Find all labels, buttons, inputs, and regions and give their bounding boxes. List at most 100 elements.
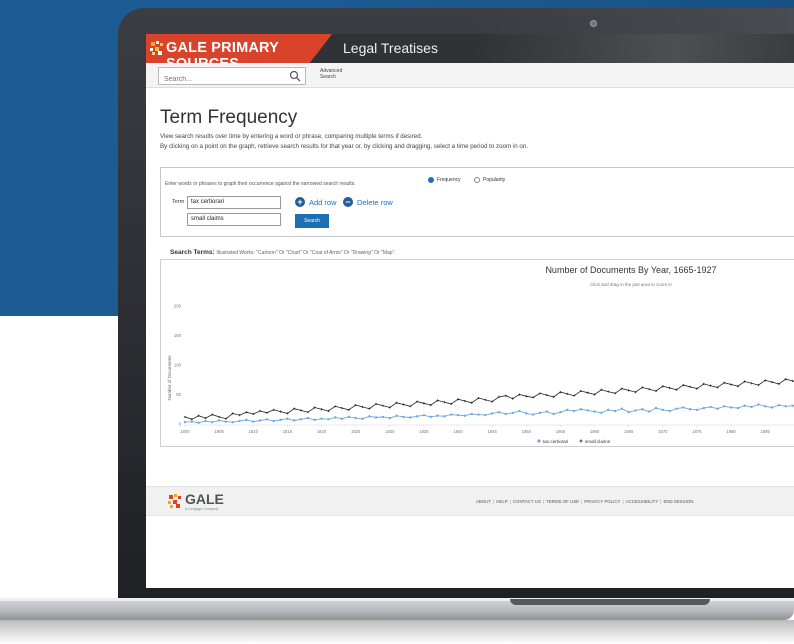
x-tick-label: 1860 (590, 429, 600, 434)
data-point (600, 411, 603, 414)
data-point (490, 412, 494, 415)
footer-logo[interactable]: GALE A Cengage Company (168, 491, 228, 512)
chart-title: Number of Documents By Year, 1665-1927 (545, 265, 716, 275)
data-point (757, 403, 760, 406)
data-point (402, 403, 405, 406)
x-tick-label: 1880 (726, 429, 736, 434)
data-point (395, 414, 398, 417)
term-input[interactable]: tax certiorari (187, 196, 281, 209)
y-axis-label: Number of Documents (167, 355, 172, 401)
data-point (484, 398, 487, 401)
data-point (340, 417, 344, 420)
popularity-radio[interactable]: Popularity (474, 177, 505, 183)
data-point (579, 408, 583, 411)
y-tick-label: 50 (176, 392, 181, 397)
chart-legend[interactable]: tax certiorari small claims (537, 439, 611, 444)
footer-link[interactable]: CONTACT US (513, 499, 541, 504)
footer-logo-text: GALE (185, 491, 224, 507)
footer-separator: | (509, 499, 511, 504)
data-point (443, 401, 446, 404)
data-point (784, 405, 787, 408)
data-point (750, 382, 753, 385)
footer-link[interactable]: PRIVACY POLICY (584, 499, 620, 504)
data-point (320, 417, 323, 420)
delete-row-button[interactable]: − Delete row (343, 197, 393, 207)
search-input[interactable] (159, 71, 279, 88)
search-icon[interactable] (289, 70, 301, 82)
data-point (415, 415, 419, 418)
data-point (354, 416, 357, 420)
data-point (518, 409, 521, 413)
data-point (299, 409, 303, 412)
data-point (504, 412, 508, 416)
frequency-chart[interactable]: Number of Documents By Year, 1665-1927 C… (161, 260, 794, 448)
data-point (347, 415, 351, 419)
footer-link[interactable]: TERMS OF USE (546, 499, 579, 504)
data-point (525, 395, 528, 398)
legend-label: tax certiorari (543, 439, 568, 444)
data-point (327, 418, 330, 421)
data-point (484, 413, 487, 417)
data-point (675, 407, 678, 410)
search-terms-query: Illustrated Works: "Cartoon" Or "Chart" … (216, 250, 395, 256)
data-point (668, 386, 671, 390)
footer-link[interactable]: HELP (496, 499, 507, 504)
data-point (593, 410, 596, 413)
term-input[interactable]: small claims (187, 213, 281, 226)
frequency-radio[interactable]: Frequency (428, 177, 461, 183)
delete-row-label: Delete row (357, 197, 393, 207)
search-button[interactable]: Search (295, 214, 329, 228)
data-point (525, 412, 528, 415)
data-point (463, 399, 466, 403)
laptop-screen: GALE PRIMARY SOURCES Legal Treatises Adv… (146, 34, 794, 588)
x-tick-label: 1820 (317, 429, 327, 434)
advanced-search-link[interactable]: Advanced Search (320, 68, 350, 80)
footer-link[interactable]: ABOUT (476, 499, 491, 504)
data-point (648, 388, 651, 391)
plus-icon: + (295, 197, 305, 207)
data-point (620, 407, 624, 410)
footer-link[interactable]: ACCESSIBILITY (626, 499, 659, 504)
data-point (497, 411, 501, 414)
data-point (463, 414, 467, 417)
data-point (689, 385, 692, 388)
data-point (361, 405, 364, 408)
add-row-button[interactable]: + Add row (295, 197, 337, 207)
page-title: Term Frequency (160, 107, 298, 128)
data-point (381, 404, 385, 407)
radio-selected-icon (428, 177, 434, 183)
data-point (279, 418, 282, 422)
radio-label: Popularity (483, 177, 506, 183)
footer-links: ABOUT | HELP | CONTACT US | TERMS OF USE | PRIVA… (476, 499, 693, 504)
brand-tab[interactable]: GALE PRIMARY SOURCES (146, 34, 332, 63)
data-point (709, 405, 712, 409)
data-point (286, 417, 289, 420)
laptop-shadow (0, 620, 794, 644)
data-point (709, 384, 712, 387)
data-point (183, 415, 187, 419)
data-point (211, 421, 214, 424)
data-point (736, 406, 740, 410)
search-bar-row: Advanced Search (146, 63, 794, 88)
data-point (729, 406, 733, 409)
x-tick-label: 1870 (658, 429, 668, 434)
data-point (436, 414, 439, 417)
footer-logo-subtitle: A Cengage Company (185, 507, 219, 511)
x-tick-label: 1810 (249, 429, 259, 434)
data-point (265, 418, 269, 421)
data-point (320, 408, 323, 411)
data-point (586, 391, 589, 394)
footer-link[interactable]: END SESSION (663, 499, 693, 504)
collection-title[interactable]: Legal Treatises (343, 40, 438, 56)
data-point (750, 405, 753, 409)
data-point (634, 409, 637, 412)
data-point (552, 412, 555, 416)
data-point (777, 403, 781, 407)
x-tick-label: 1825 (351, 429, 361, 434)
series-line-tax-certiorari (184, 404, 794, 424)
data-point (333, 416, 337, 419)
data-point (627, 411, 630, 414)
term-form-panel: Enter words or phrases to graph their oc… (160, 167, 794, 237)
data-point (293, 419, 296, 422)
data-point (470, 412, 473, 416)
